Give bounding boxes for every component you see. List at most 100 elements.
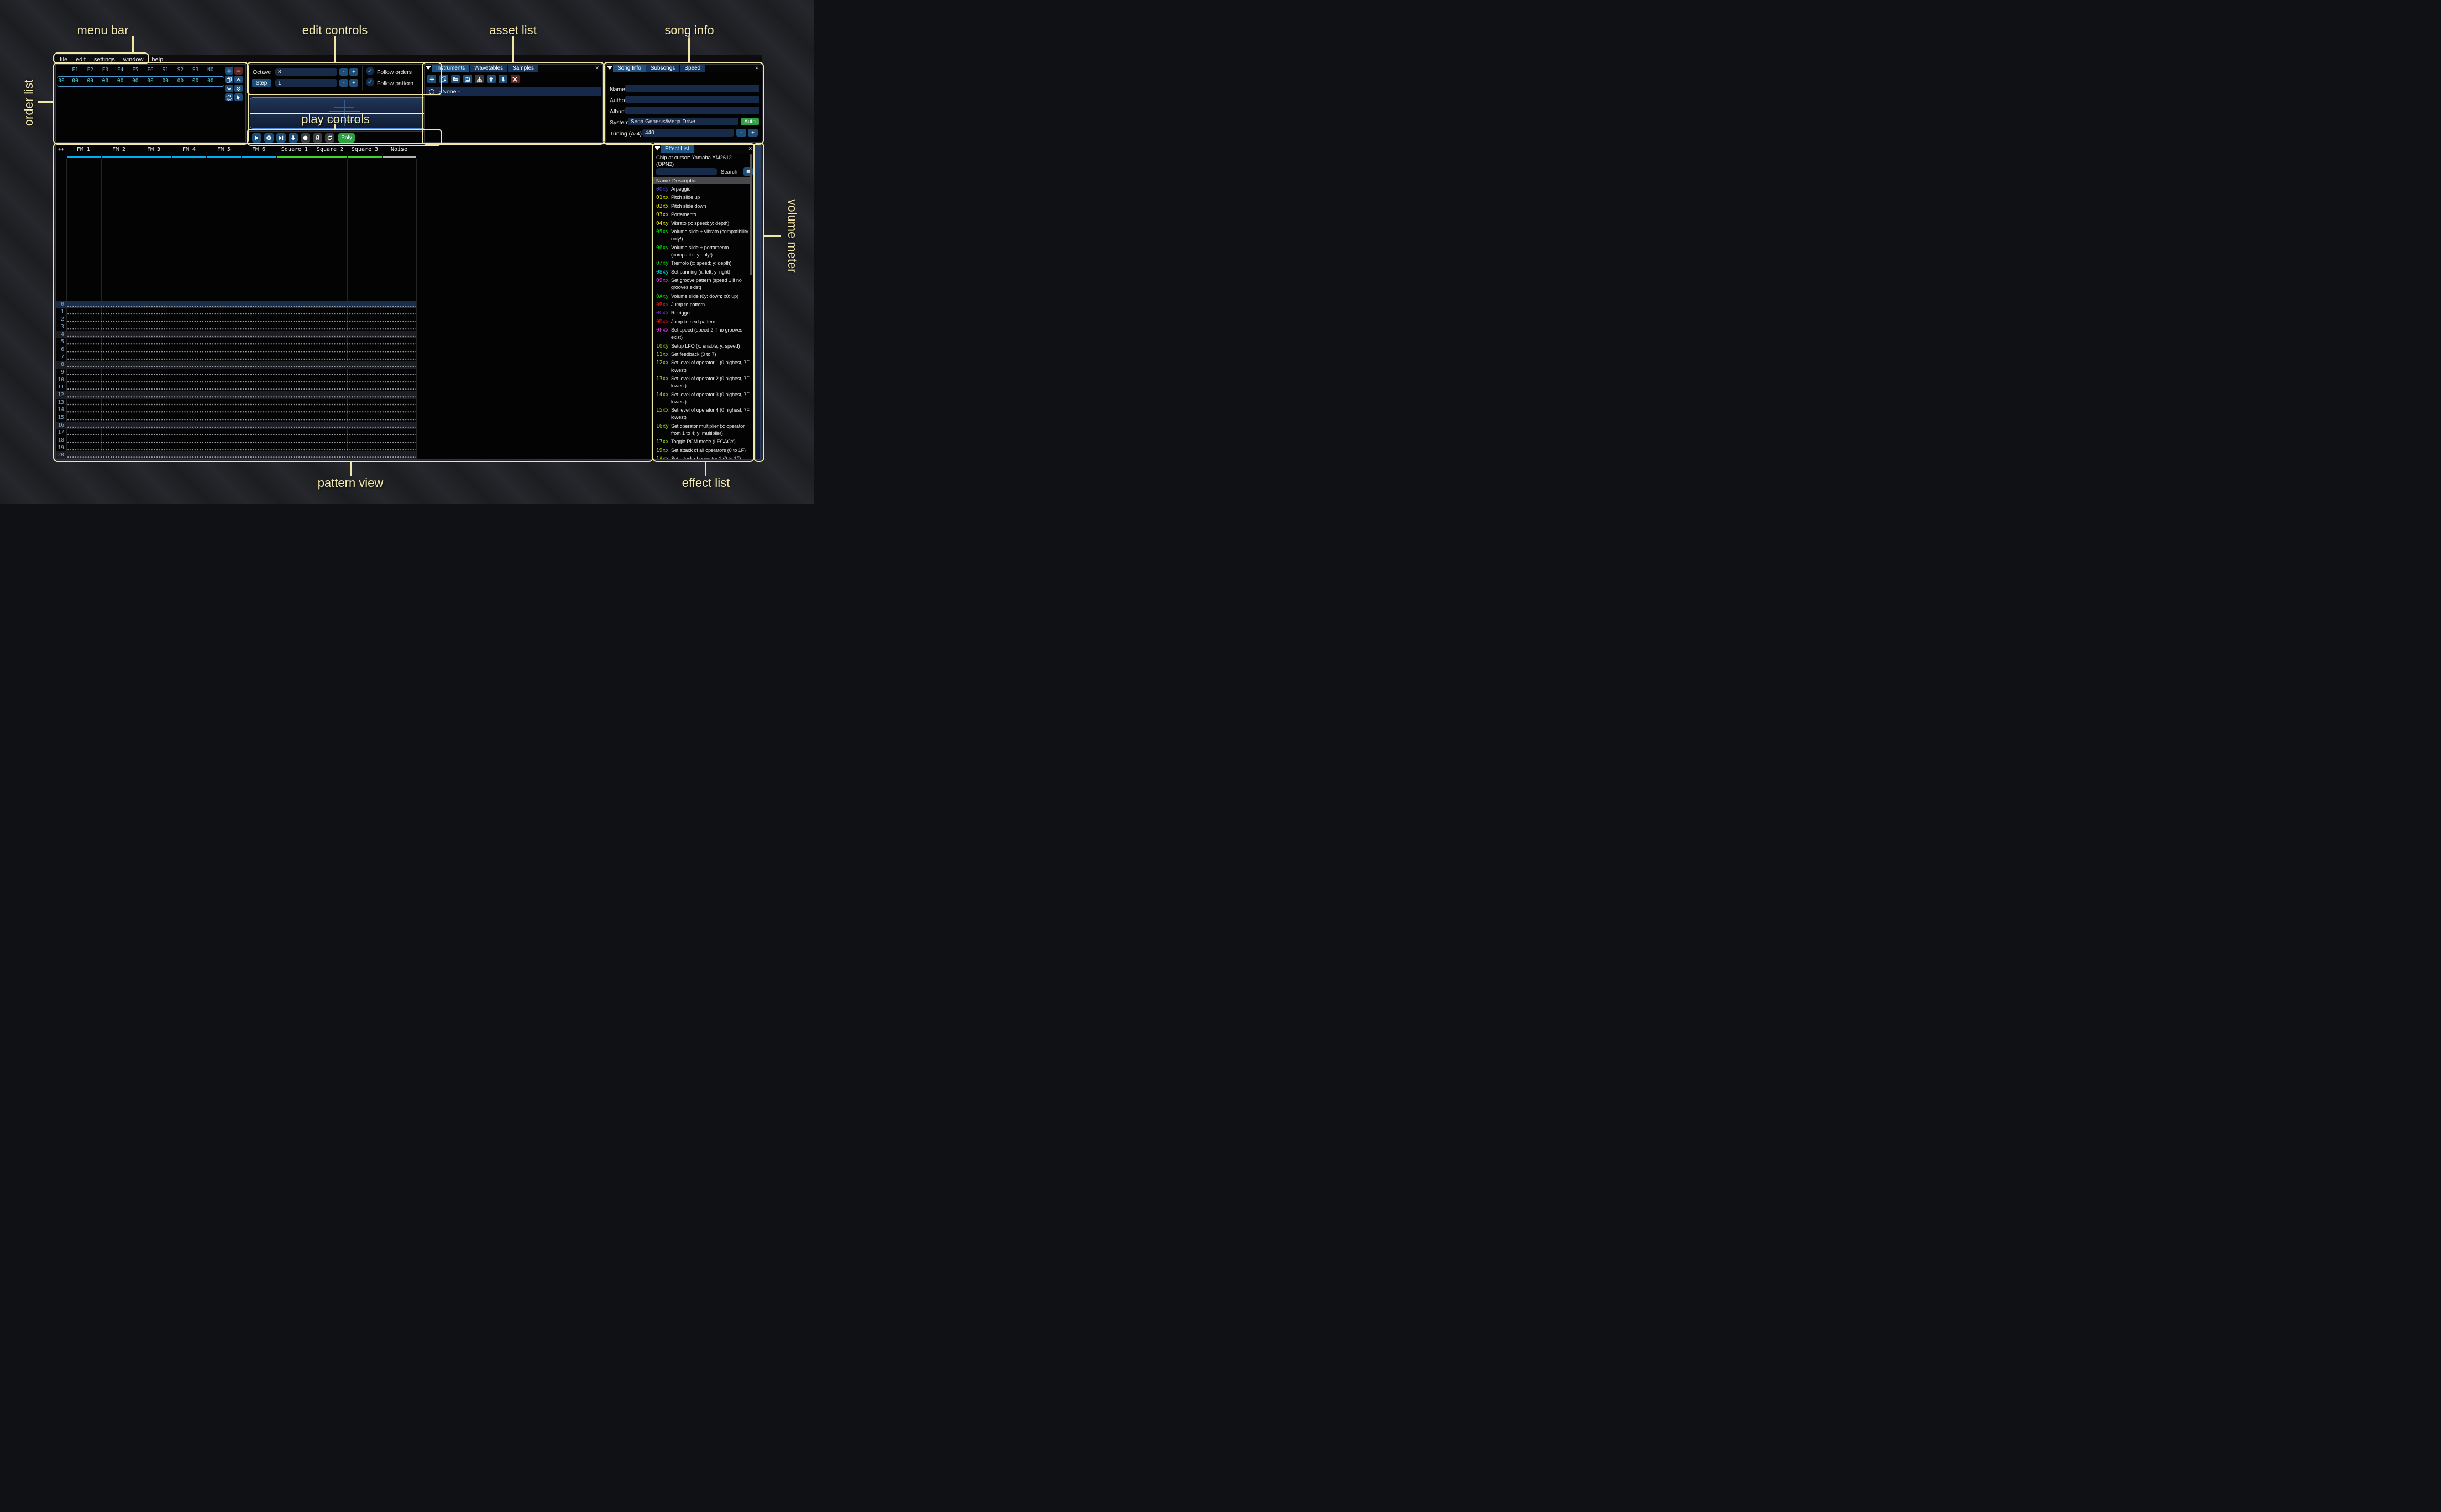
tuning-decrease-button[interactable]: - [736, 129, 746, 136]
pattern-row-4[interactable]: 4 [56, 331, 416, 339]
pattern-row-1[interactable]: 1 [56, 308, 416, 316]
effect-row-0Fxx[interactable]: 0FxxSet speed (speed 2 if no grooves exi… [656, 326, 753, 342]
order-change-mode-button[interactable] [234, 93, 243, 101]
metronome-button[interactable] [313, 133, 322, 143]
effect-row-0Dxx[interactable]: 0DxxJump to next pattern [656, 318, 753, 326]
pattern-row-9[interactable]: 9 [56, 369, 416, 376]
order-cell[interactable]: 00 [162, 78, 168, 84]
channel-header-fm-5[interactable]: FM 5 [217, 146, 231, 153]
pattern-row-8[interactable]: 8 [56, 361, 416, 369]
effect-row-0Bxx[interactable]: 0BxxJump to pattern [656, 301, 753, 309]
name-column-header[interactable]: Name [656, 178, 670, 184]
octave-decrease-button[interactable]: - [339, 68, 348, 76]
tab-speed[interactable]: Speed [680, 65, 705, 72]
move-asset-up-button[interactable] [487, 75, 496, 83]
tab-wavetables[interactable]: Wavetables [470, 65, 507, 72]
menu-item-help[interactable]: help [150, 56, 165, 63]
play-pattern-button[interactable] [264, 133, 274, 143]
channel-header-square-1[interactable]: Square 1 [281, 146, 308, 153]
octave-increase-button[interactable]: + [349, 68, 358, 76]
menu-item-edit[interactable]: edit [74, 56, 87, 63]
channel-header-fm-1[interactable]: FM 1 [77, 146, 90, 153]
pattern-row-2[interactable]: 2 [56, 316, 416, 323]
name-field[interactable] [625, 85, 759, 92]
duplicate-order-button[interactable] [225, 76, 233, 83]
pattern-row-11[interactable]: 11 [56, 384, 416, 391]
follow-pattern-checkbox[interactable]: ✓ [366, 78, 374, 86]
menu-item-window[interactable]: window [122, 56, 145, 63]
auto-system-button[interactable]: Auto [741, 118, 759, 125]
order-cell[interactable]: 00 [207, 78, 213, 84]
effect-row-07xy[interactable]: 07xyTremolo (x: speed; y: depth) [656, 259, 753, 267]
author-field[interactable] [625, 96, 759, 103]
description-column-header[interactable]: Description [672, 178, 699, 184]
pattern-row-14[interactable]: 14 [56, 406, 416, 414]
effect-row-0Cxx[interactable]: 0CxxRetrigger [656, 309, 753, 317]
order-cell[interactable]: 00 [132, 78, 138, 84]
tree-view-button[interactable] [475, 75, 484, 83]
poly-toggle-button[interactable]: Poly [338, 133, 355, 143]
channel-header-fm-2[interactable]: FM 2 [112, 146, 125, 153]
pattern-row-15[interactable]: 15 [56, 414, 416, 422]
effect-row-04xy[interactable]: 04xyVibrato (x: speed; y: depth) [656, 219, 753, 228]
effect-row-19xx[interactable]: 19xxSet attack of all operators (0 to 1F… [656, 447, 753, 455]
repeat-pattern-button[interactable] [325, 133, 334, 143]
duplicate-asset-button[interactable] [439, 75, 448, 83]
channel-header-noise[interactable]: Noise [391, 146, 407, 153]
asset-list-item[interactable]: - None - [426, 87, 601, 96]
effect-row-14xx[interactable]: 14xxSet level of operator 3 (0 highest, … [656, 391, 753, 407]
pattern-row-17[interactable]: 17 [56, 429, 416, 437]
order-cell[interactable]: 00 [87, 78, 93, 84]
pattern-row-3[interactable]: 3 [56, 323, 416, 331]
channel-header-fm-4[interactable]: FM 4 [182, 146, 196, 153]
effect-row-17xx[interactable]: 17xxToggle PCM mode (LEGACY) [656, 438, 753, 446]
channel-header-square-2[interactable]: Square 2 [317, 146, 343, 153]
deep-clone-unlink-button[interactable] [225, 93, 233, 101]
tab-effect-list[interactable]: Effect List [661, 145, 694, 153]
save-asset-button[interactable] [463, 75, 472, 83]
octave-input[interactable]: 3 [275, 68, 337, 76]
tuning-input[interactable]: 440 [642, 129, 734, 136]
effect-row-13xx[interactable]: 13xxSet level of operator 2 (0 highest, … [656, 375, 753, 391]
pattern-view-panel[interactable]: ++ FM 1FM 2FM 3FM 4FM 5FM 6Square 1Squar… [55, 145, 651, 460]
step-increase-button[interactable]: + [349, 79, 358, 87]
play-button[interactable] [252, 133, 261, 143]
close-icon[interactable]: ✕ [755, 65, 759, 71]
effect-row-03xx[interactable]: 03xxPortamento [656, 211, 753, 219]
tab-samples[interactable]: Samples [508, 65, 538, 72]
order-cell[interactable]: 00 [192, 78, 198, 84]
channel-header-fm-3[interactable]: FM 3 [147, 146, 160, 153]
move-order-up-button[interactable] [234, 76, 243, 83]
effect-row-02xx[interactable]: 02xxPitch slide down [656, 202, 753, 211]
order-cell[interactable]: 00 [72, 78, 78, 84]
step-one-row-button[interactable] [289, 133, 298, 143]
channel-header-fm-6[interactable]: FM 6 [252, 146, 265, 153]
step-decrease-button[interactable]: - [339, 79, 348, 87]
move-asset-down-button[interactable] [499, 75, 507, 83]
effect-row-09xx[interactable]: 09xxSet groove pattern (speed 1 if no gr… [656, 276, 753, 292]
system-select[interactable]: Sega Genesis/Mega Drive [628, 118, 738, 125]
effect-row-01xx[interactable]: 01xxPitch slide up [656, 193, 753, 202]
effect-row-0Axy[interactable]: 0AxyVolume slide (0y: down; x0: up) [656, 292, 753, 301]
effect-row-05xy[interactable]: 05xyVolume slide + vibrato (compatibilit… [656, 228, 753, 244]
effect-row-16xy[interactable]: 16xySet operator multiplier (x: operator… [656, 422, 753, 438]
effect-row-12xx[interactable]: 12xxSet level of operator 1 (0 highest, … [656, 359, 753, 375]
add-asset-button[interactable] [427, 75, 436, 83]
pattern-row-13[interactable]: 13 [56, 399, 416, 407]
close-icon[interactable]: ✕ [748, 146, 752, 152]
effect-table-header[interactable]: Name Description [653, 177, 752, 184]
pattern-row-7[interactable]: 7 [56, 354, 416, 361]
stop-button[interactable] [301, 133, 310, 143]
step-input[interactable]: 1 [275, 79, 337, 87]
order-cell[interactable]: 00 [147, 78, 153, 84]
collapse-icon[interactable] [607, 66, 612, 70]
effect-row-15xx[interactable]: 15xxSet level of operator 4 (0 highest, … [656, 406, 753, 422]
pattern-row-6[interactable]: 6 [56, 346, 416, 354]
close-icon[interactable]: ✕ [595, 65, 599, 71]
effect-row-00xy[interactable]: 00xyArpeggio [656, 185, 753, 193]
tab-subsongs[interactable]: Subsongs [646, 65, 679, 72]
open-asset-button[interactable] [451, 75, 460, 83]
order-selected-row[interactable] [57, 76, 224, 87]
move-order-down-button[interactable] [225, 85, 233, 92]
effect-row-10xy[interactable]: 10xySetup LFO (x: enable; y: speed) [656, 342, 753, 350]
